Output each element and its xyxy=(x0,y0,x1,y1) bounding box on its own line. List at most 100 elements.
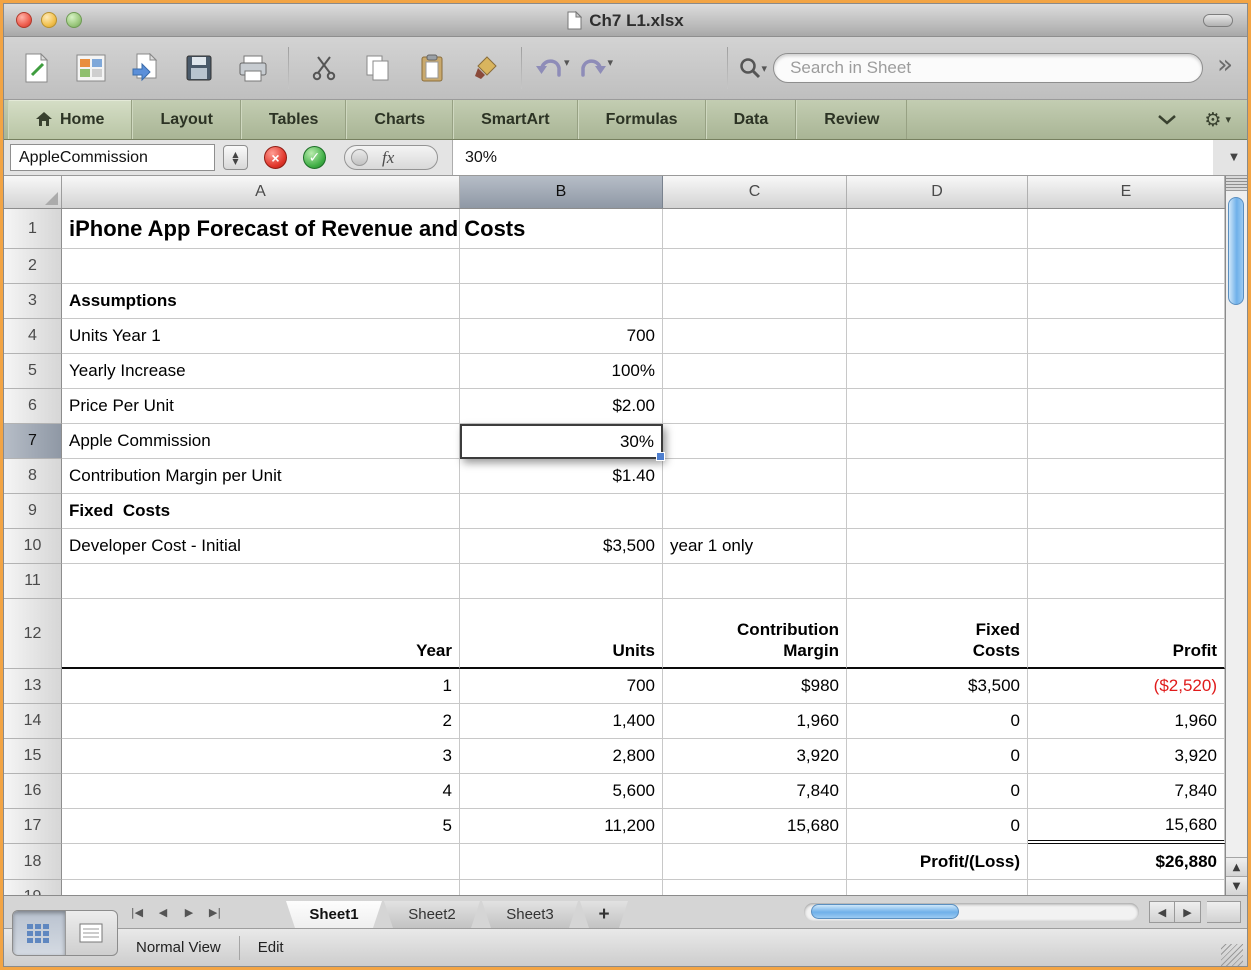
vertical-scroll-thumb[interactable] xyxy=(1228,197,1244,305)
zoom-button[interactable] xyxy=(66,12,82,28)
horizontal-scrollbar[interactable] xyxy=(804,903,1139,921)
row-header-11[interactable]: 11 xyxy=(4,564,62,599)
sheet-tab-sheet1[interactable]: Sheet1 xyxy=(286,901,382,928)
redo-button[interactable]: ▾ xyxy=(578,55,613,81)
sheet-tab-sheet3[interactable]: Sheet3 xyxy=(482,901,578,928)
column-header-D[interactable]: D xyxy=(847,176,1028,208)
close-button[interactable] xyxy=(16,12,32,28)
formula-bar-expand-button[interactable]: ▼ xyxy=(1221,152,1247,163)
cell-A2[interactable] xyxy=(62,249,460,284)
cell-A10[interactable]: Developer Cost - Initial xyxy=(62,529,460,564)
toolbar-overflow-button[interactable]: » xyxy=(1211,50,1237,86)
row-header-13[interactable]: 13 xyxy=(4,669,62,704)
cell-B10[interactable]: $3,500 xyxy=(460,529,663,564)
scroll-left-button[interactable]: ◀ xyxy=(1149,901,1175,923)
next-sheet-button[interactable]: ▶ xyxy=(178,901,200,923)
cell-C13[interactable]: $980 xyxy=(663,669,847,704)
save-button[interactable] xyxy=(176,44,222,92)
scroll-down-button[interactable]: ▼ xyxy=(1226,876,1247,895)
cell-D12[interactable]: Fixed Costs xyxy=(847,599,1028,669)
cell-C15[interactable]: 3,920 xyxy=(663,739,847,774)
cell-B4[interactable]: 700 xyxy=(460,319,663,354)
workbook-gallery-button[interactable] xyxy=(68,44,114,92)
tab-tables[interactable]: Tables xyxy=(240,100,347,139)
cell-E8[interactable] xyxy=(1028,459,1225,494)
cell-D3[interactable] xyxy=(847,284,1028,319)
ribbon-settings-button[interactable]: ⚙ ▾ xyxy=(1204,109,1231,131)
row-header-1[interactable]: 1 xyxy=(4,209,62,249)
cell-E1[interactable] xyxy=(1028,209,1225,249)
cell-C11[interactable] xyxy=(663,564,847,599)
cell-D10[interactable] xyxy=(847,529,1028,564)
cell-B17[interactable]: 11,200 xyxy=(460,809,663,844)
cell-B14[interactable]: 1,400 xyxy=(460,704,663,739)
horizontal-scroll-thumb[interactable] xyxy=(811,904,959,919)
row-header-4[interactable]: 4 xyxy=(4,319,62,354)
cell-E3[interactable] xyxy=(1028,284,1225,319)
normal-view-button[interactable] xyxy=(13,911,65,955)
row-header-19[interactable]: 19 xyxy=(4,880,62,895)
column-header-E[interactable]: E xyxy=(1028,176,1225,208)
cell-E15[interactable]: 3,920 xyxy=(1028,739,1225,774)
tab-split-handle[interactable] xyxy=(1207,901,1241,923)
cell-E7[interactable] xyxy=(1028,424,1225,459)
cell-D14[interactable]: 0 xyxy=(847,704,1028,739)
cell-E5[interactable] xyxy=(1028,354,1225,389)
cell-C8[interactable] xyxy=(663,459,847,494)
cell-E10[interactable] xyxy=(1028,529,1225,564)
vertical-scroll-track[interactable] xyxy=(1226,191,1247,857)
cell-A14[interactable]: 2 xyxy=(62,704,460,739)
print-button[interactable] xyxy=(230,44,276,92)
cell-C9[interactable] xyxy=(663,494,847,529)
cell-D19[interactable] xyxy=(847,880,1028,895)
add-sheet-tab[interactable]: + xyxy=(580,901,628,928)
cut-button[interactable] xyxy=(301,44,347,92)
cancel-button[interactable]: × xyxy=(264,146,287,169)
cell-E19[interactable] xyxy=(1028,880,1225,895)
first-sheet-button[interactable]: |◀ xyxy=(126,901,148,923)
cell-A7[interactable]: Apple Commission xyxy=(62,424,460,459)
cell-C6[interactable] xyxy=(663,389,847,424)
paste-button[interactable] xyxy=(409,44,455,92)
vertical-scrollbar[interactable]: ▲ ▼ xyxy=(1225,176,1247,895)
cell-C2[interactable] xyxy=(663,249,847,284)
cell-B7[interactable]: 30% xyxy=(460,424,665,461)
cell-E9[interactable] xyxy=(1028,494,1225,529)
cell-D2[interactable] xyxy=(847,249,1028,284)
row-header-6[interactable]: 6 xyxy=(4,389,62,424)
previous-sheet-button[interactable]: ◀ xyxy=(152,901,174,923)
column-header-B[interactable]: B xyxy=(460,176,663,208)
cell-B2[interactable] xyxy=(460,249,663,284)
undo-button[interactable]: ▾ xyxy=(534,55,570,81)
cell-A1[interactable]: iPhone App Forecast of Revenue and Costs xyxy=(62,209,525,249)
cell-C1[interactable] xyxy=(663,209,847,249)
toolbar-toggle-button[interactable] xyxy=(1203,14,1233,27)
cell-D15[interactable]: 0 xyxy=(847,739,1028,774)
cell-A11[interactable] xyxy=(62,564,460,599)
cell-C12[interactable]: Contribution Margin xyxy=(663,599,847,669)
cell-B3[interactable] xyxy=(460,284,663,319)
tab-data[interactable]: Data xyxy=(705,100,797,139)
cell-B6[interactable]: $2.00 xyxy=(460,389,663,424)
cell-C19[interactable] xyxy=(663,880,847,895)
row-header-15[interactable]: 15 xyxy=(4,739,62,774)
cell-E6[interactable] xyxy=(1028,389,1225,424)
tab-layout[interactable]: Layout xyxy=(132,100,241,139)
ribbon-collapse-button[interactable] xyxy=(1158,114,1177,125)
cell-A3[interactable]: Assumptions xyxy=(62,284,460,319)
title-bar[interactable]: Ch7 L1.xlsx xyxy=(4,4,1247,37)
cell-B18[interactable] xyxy=(460,844,663,880)
cell-D7[interactable] xyxy=(847,424,1028,459)
cell-B16[interactable]: 5,600 xyxy=(460,774,663,809)
row-header-9[interactable]: 9 xyxy=(4,494,62,529)
cell-B8[interactable]: $1.40 xyxy=(460,459,663,494)
row-header-18[interactable]: 18 xyxy=(4,844,62,880)
cell-B12[interactable]: Units xyxy=(460,599,663,669)
new-workbook-button[interactable] xyxy=(14,44,60,92)
column-header-C[interactable]: C xyxy=(663,176,847,208)
cell-C18[interactable] xyxy=(663,844,847,880)
cell-B5[interactable]: 100% xyxy=(460,354,663,389)
format-painter-button[interactable] xyxy=(463,44,509,92)
cell-A4[interactable]: Units Year 1 xyxy=(62,319,460,354)
cell-E16[interactable]: 7,840 xyxy=(1028,774,1225,809)
